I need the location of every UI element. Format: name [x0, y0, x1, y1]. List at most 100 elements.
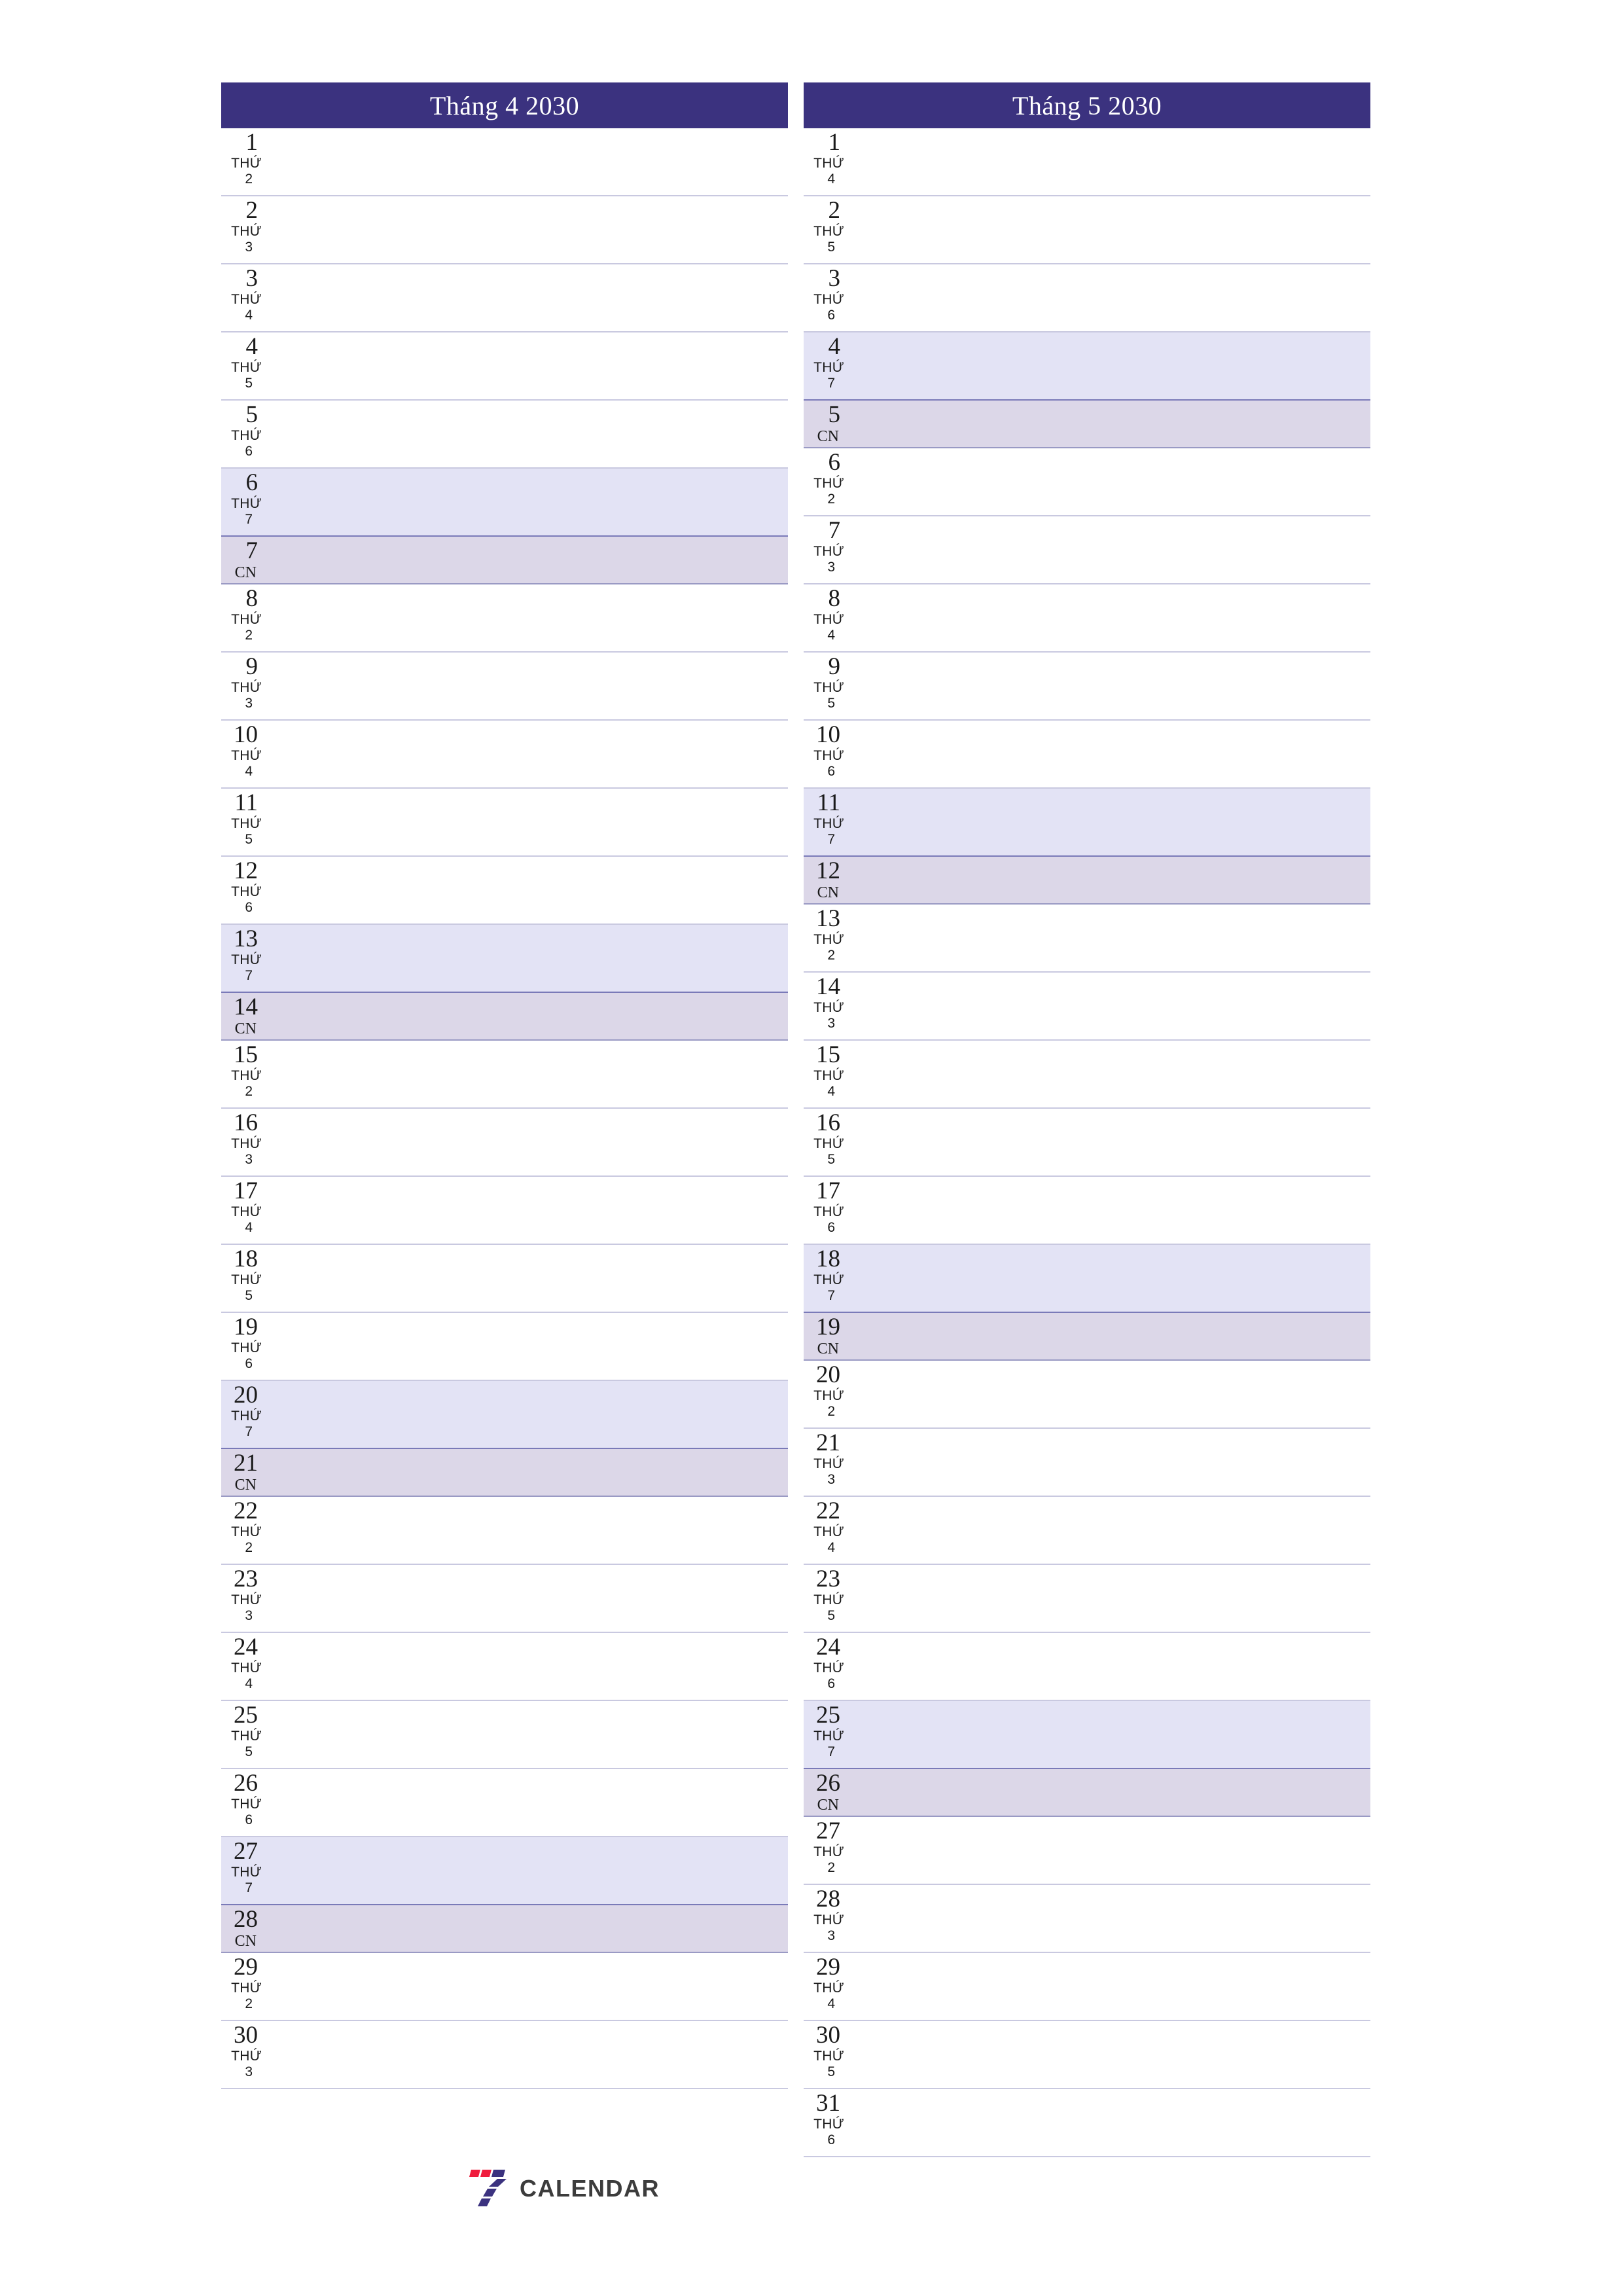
day-row[interactable]: 30 THỨ 5 [804, 2021, 1370, 2089]
day-row[interactable]: 11 THỨ 5 [221, 789, 788, 857]
day-row[interactable]: 12 THỨ 6 [221, 857, 788, 925]
day-writing-area[interactable] [266, 789, 788, 855]
day-writing-area[interactable] [266, 1109, 788, 1175]
day-writing-area[interactable] [848, 973, 1370, 1039]
day-writing-area[interactable] [266, 1497, 788, 1564]
day-row[interactable]: 18 THỨ 5 [221, 1245, 788, 1313]
day-row[interactable]: 4 THỨ 5 [221, 332, 788, 401]
day-row[interactable]: 25 THỨ 7 [804, 1701, 1370, 1769]
day-writing-area[interactable] [848, 905, 1370, 971]
day-writing-area[interactable] [266, 264, 788, 331]
day-writing-area[interactable] [848, 789, 1370, 855]
day-writing-area[interactable] [848, 1041, 1370, 1107]
day-writing-area[interactable] [266, 1313, 788, 1380]
day-writing-area[interactable] [266, 584, 788, 651]
day-row[interactable]: 10 THỨ 6 [804, 721, 1370, 789]
day-writing-area[interactable] [266, 1905, 788, 1952]
day-row[interactable]: 24 THỨ 6 [804, 1633, 1370, 1701]
day-writing-area[interactable] [848, 1817, 1370, 1884]
day-row[interactable]: 2 THỨ 3 [221, 196, 788, 264]
day-row[interactable]: 22 THỨ 4 [804, 1497, 1370, 1565]
day-row[interactable]: 3 THỨ 6 [804, 264, 1370, 332]
day-row[interactable]: 5 CN [804, 401, 1370, 448]
day-writing-area[interactable] [266, 1449, 788, 1496]
day-row[interactable]: 20 THỨ 7 [221, 1381, 788, 1449]
day-writing-area[interactable] [266, 1565, 788, 1632]
day-row[interactable]: 21 CN [221, 1449, 788, 1497]
day-row[interactable]: 26 CN [804, 1769, 1370, 1817]
day-writing-area[interactable] [848, 1769, 1370, 1816]
day-row[interactable]: 7 THỨ 3 [804, 516, 1370, 584]
day-writing-area[interactable] [266, 1041, 788, 1107]
day-writing-area[interactable] [848, 2021, 1370, 2088]
day-row[interactable]: 5 THỨ 6 [221, 401, 788, 469]
day-writing-area[interactable] [266, 1177, 788, 1244]
day-row[interactable]: 6 THỨ 7 [221, 469, 788, 537]
day-writing-area[interactable] [848, 653, 1370, 719]
day-writing-area[interactable] [266, 993, 788, 1039]
day-writing-area[interactable] [266, 332, 788, 399]
day-writing-area[interactable] [266, 537, 788, 583]
day-row[interactable]: 11 THỨ 7 [804, 789, 1370, 857]
day-row[interactable]: 9 THỨ 5 [804, 653, 1370, 721]
day-writing-area[interactable] [848, 1177, 1370, 1244]
day-row[interactable]: 19 CN [804, 1313, 1370, 1361]
day-writing-area[interactable] [848, 1245, 1370, 1312]
day-row[interactable]: 9 THỨ 3 [221, 653, 788, 721]
day-writing-area[interactable] [848, 196, 1370, 263]
day-writing-area[interactable] [848, 332, 1370, 399]
day-row[interactable]: 19 THỨ 6 [221, 1313, 788, 1381]
day-row[interactable]: 29 THỨ 4 [804, 1953, 1370, 2021]
day-row[interactable]: 1 THỨ 4 [804, 128, 1370, 196]
day-writing-area[interactable] [848, 1429, 1370, 1496]
day-row[interactable]: 30 THỨ 3 [221, 2021, 788, 2089]
day-writing-area[interactable] [848, 721, 1370, 787]
day-writing-area[interactable] [848, 1885, 1370, 1952]
day-row[interactable]: 8 THỨ 2 [221, 584, 788, 653]
day-writing-area[interactable] [848, 448, 1370, 515]
day-writing-area[interactable] [266, 1769, 788, 1836]
day-writing-area[interactable] [266, 1837, 788, 1904]
day-writing-area[interactable] [266, 128, 788, 195]
day-writing-area[interactable] [848, 1497, 1370, 1564]
day-writing-area[interactable] [266, 1701, 788, 1768]
day-row[interactable]: 8 THỨ 4 [804, 584, 1370, 653]
day-writing-area[interactable] [848, 1701, 1370, 1768]
day-row[interactable]: 25 THỨ 5 [221, 1701, 788, 1769]
day-writing-area[interactable] [266, 1953, 788, 2020]
day-writing-area[interactable] [848, 584, 1370, 651]
day-writing-area[interactable] [848, 516, 1370, 583]
day-row[interactable]: 15 THỨ 2 [221, 1041, 788, 1109]
day-row[interactable]: 21 THỨ 3 [804, 1429, 1370, 1497]
day-writing-area[interactable] [266, 1245, 788, 1312]
day-row[interactable]: 29 THỨ 2 [221, 1953, 788, 2021]
day-writing-area[interactable] [266, 1381, 788, 1448]
day-row[interactable]: 28 CN [221, 1905, 788, 1953]
day-writing-area[interactable] [266, 196, 788, 263]
day-row[interactable]: 31 THỨ 6 [804, 2089, 1370, 2157]
day-row[interactable]: 15 THỨ 4 [804, 1041, 1370, 1109]
day-writing-area[interactable] [266, 721, 788, 787]
day-writing-area[interactable] [848, 1633, 1370, 1700]
day-row[interactable]: 20 THỨ 2 [804, 1361, 1370, 1429]
day-writing-area[interactable] [266, 653, 788, 719]
day-writing-area[interactable] [848, 128, 1370, 195]
day-row[interactable]: 4 THỨ 7 [804, 332, 1370, 401]
day-row[interactable]: 6 THỨ 2 [804, 448, 1370, 516]
day-writing-area[interactable] [266, 1633, 788, 1700]
day-row[interactable]: 14 THỨ 3 [804, 973, 1370, 1041]
day-writing-area[interactable] [266, 2021, 788, 2088]
day-row[interactable]: 28 THỨ 3 [804, 1885, 1370, 1953]
day-row[interactable]: 1 THỨ 2 [221, 128, 788, 196]
day-row[interactable]: 3 THỨ 4 [221, 264, 788, 332]
day-row[interactable]: 17 THỨ 6 [804, 1177, 1370, 1245]
day-row[interactable]: 24 THỨ 4 [221, 1633, 788, 1701]
day-writing-area[interactable] [848, 264, 1370, 331]
day-row[interactable]: 2 THỨ 5 [804, 196, 1370, 264]
day-row[interactable]: 27 THỨ 7 [221, 1837, 788, 1905]
day-writing-area[interactable] [266, 401, 788, 467]
day-row[interactable]: 26 THỨ 6 [221, 1769, 788, 1837]
day-writing-area[interactable] [848, 857, 1370, 903]
day-row[interactable]: 10 THỨ 4 [221, 721, 788, 789]
day-writing-area[interactable] [266, 469, 788, 535]
